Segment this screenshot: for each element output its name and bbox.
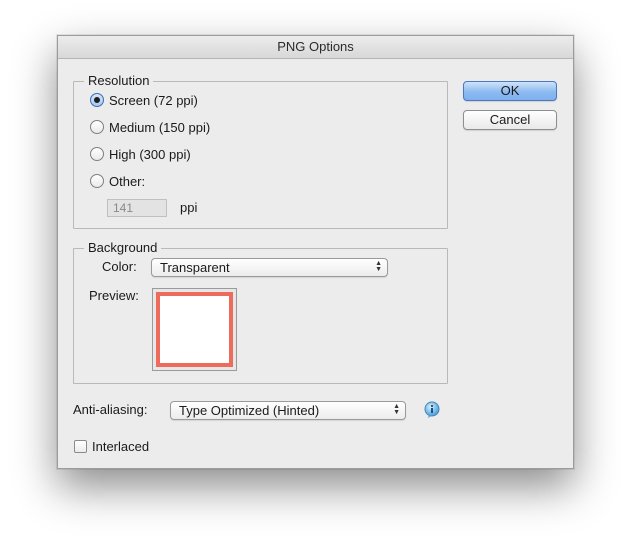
select-arrows-icon: ▲ ▼	[375, 260, 382, 273]
color-label: Color:	[102, 259, 137, 274]
other-ppi-input[interactable]: 141	[107, 199, 167, 217]
anti-aliasing-select[interactable]: Type Optimized (Hinted) ▲ ▼	[170, 401, 406, 420]
radio-other-button[interactable]	[90, 174, 104, 188]
interlaced-checkbox-row[interactable]: Interlaced	[74, 437, 149, 455]
radio-medium[interactable]: Medium (150 ppi)	[90, 118, 210, 136]
radio-other[interactable]: Other:	[90, 172, 145, 190]
preview-label: Preview:	[89, 288, 139, 303]
color-select-value: Transparent	[160, 260, 230, 275]
interlaced-label: Interlaced	[92, 438, 150, 454]
radio-high-button[interactable]	[90, 147, 104, 161]
ppi-unit-label: ppi	[180, 200, 198, 215]
color-select[interactable]: Transparent ▲ ▼	[151, 258, 388, 277]
dialog-title: PNG Options	[58, 36, 573, 59]
radio-screen-button[interactable]	[90, 93, 104, 107]
radio-other-label: Other:	[109, 173, 146, 189]
select-arrows-icon: ▲ ▼	[393, 403, 400, 416]
resolution-group-label: Resolution	[84, 73, 154, 89]
background-group-label: Background	[84, 240, 162, 256]
preview-swatch	[156, 292, 233, 367]
radio-medium-button[interactable]	[90, 120, 104, 134]
radio-high-label: High (300 ppi)	[109, 146, 191, 162]
interlaced-checkbox[interactable]	[74, 439, 87, 453]
radio-high[interactable]: High (300 ppi)	[90, 145, 191, 163]
png-options-dialog: PNG Options Resolution Screen (72 ppi) M…	[57, 35, 574, 469]
cancel-button[interactable]: Cancel	[463, 110, 557, 130]
radio-screen-label: Screen (72 ppi)	[109, 92, 198, 108]
ok-button[interactable]: OK	[463, 81, 557, 101]
background-preview	[152, 288, 237, 371]
anti-aliasing-select-value: Type Optimized (Hinted)	[179, 403, 320, 418]
radio-medium-label: Medium (150 ppi)	[109, 119, 211, 135]
anti-aliasing-label: Anti-aliasing:	[73, 402, 148, 417]
info-icon[interactable]	[423, 401, 441, 419]
radio-screen[interactable]: Screen (72 ppi)	[90, 91, 198, 109]
